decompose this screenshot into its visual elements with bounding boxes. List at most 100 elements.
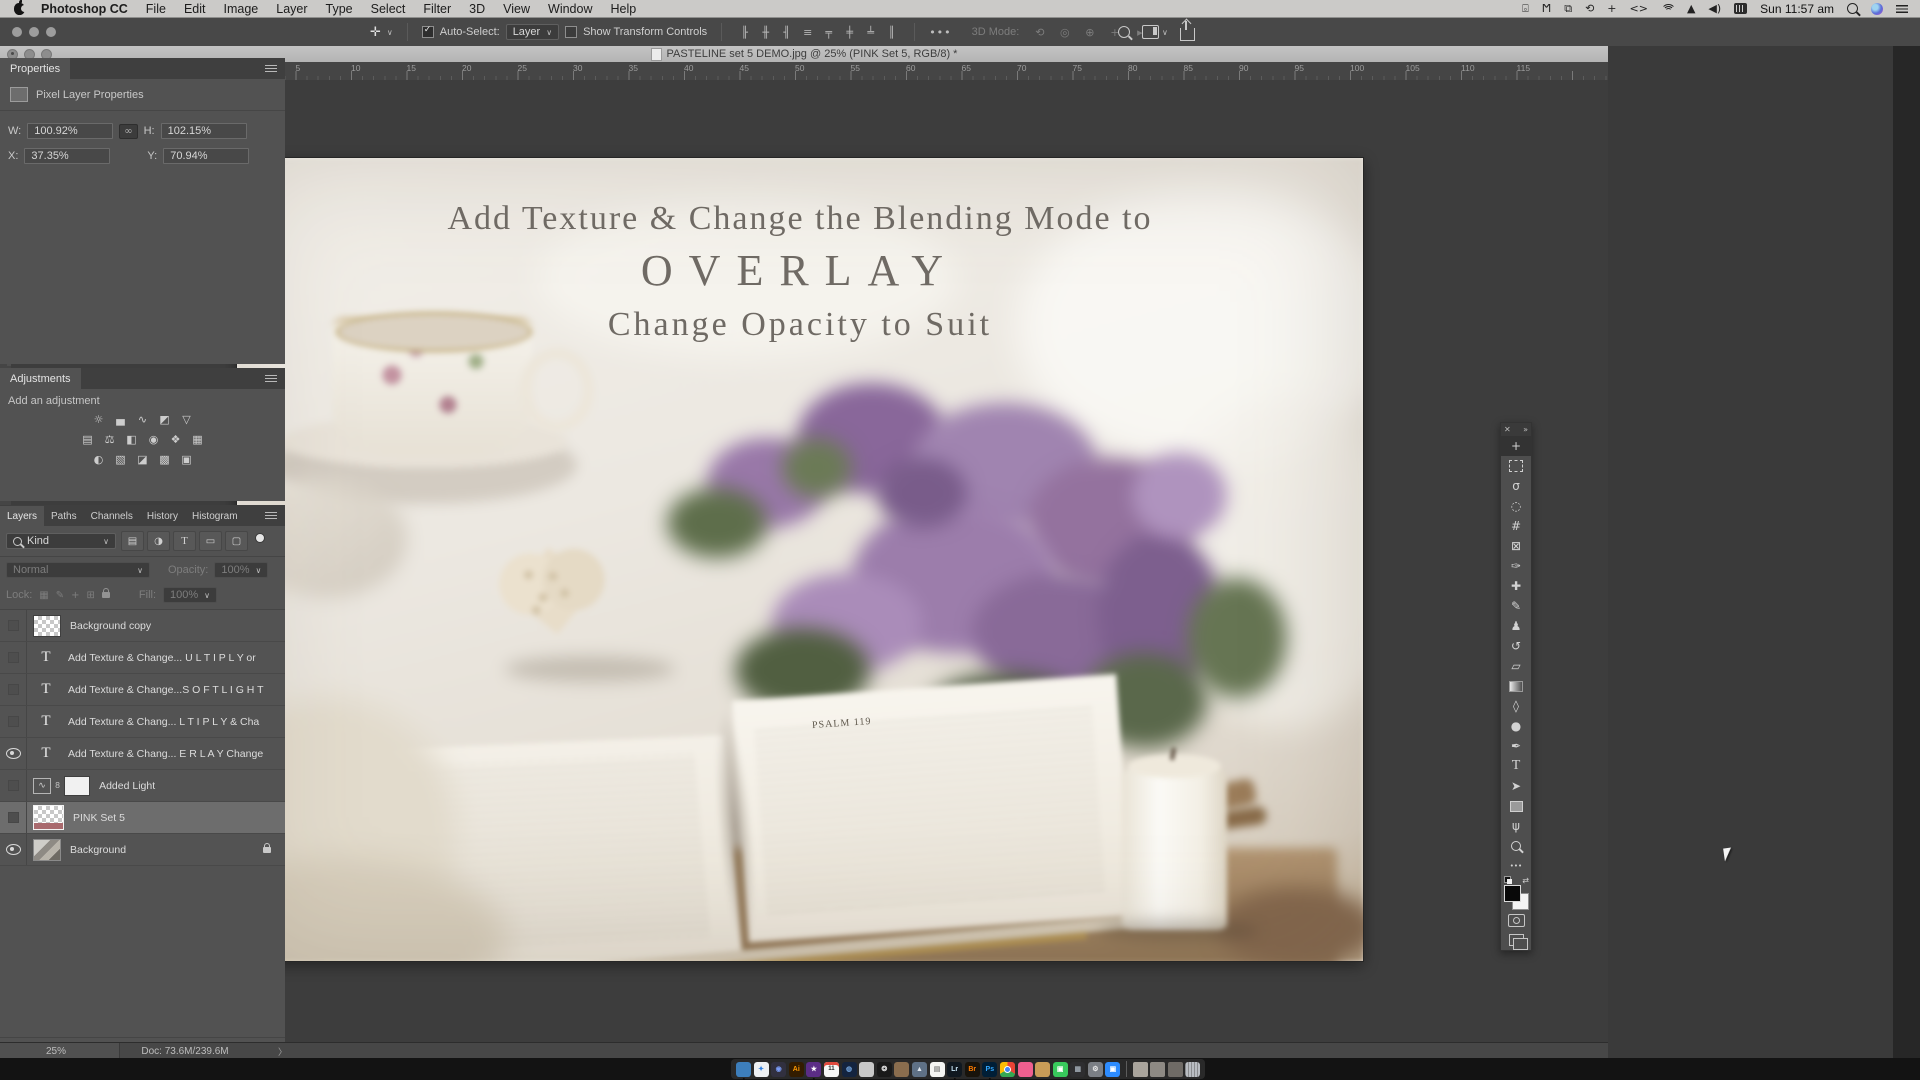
blend-mode-dropdown[interactable]: Normal∨ xyxy=(6,562,150,578)
crosshair-icon[interactable]: + xyxy=(1607,3,1616,14)
brush-tool[interactable]: ✎ xyxy=(1501,596,1531,616)
default-colors-icon[interactable] xyxy=(1504,876,1513,884)
eject-icon[interactable]: ▲ xyxy=(1687,3,1695,14)
dock-app-dark-orb[interactable]: ◍ xyxy=(842,1062,857,1077)
dock-illustrator[interactable]: Ai xyxy=(789,1062,804,1077)
screen-mode-button[interactable] xyxy=(1501,930,1531,950)
rectangle-tool[interactable] xyxy=(1501,796,1531,816)
tab-channels[interactable]: Channels xyxy=(84,506,140,526)
wifi-icon[interactable] xyxy=(1661,4,1674,14)
lock-artboard-icon[interactable]: ⊞ xyxy=(87,590,95,601)
lock-position-icon[interactable]: + xyxy=(71,590,79,601)
dock-app-pink[interactable] xyxy=(1018,1062,1033,1077)
volume-icon[interactable]: ◀) xyxy=(1708,3,1721,14)
zoom-level-field[interactable]: 25% xyxy=(0,1043,120,1059)
selective-color-icon[interactable]: ▣ xyxy=(177,451,196,467)
layer-visibility-toggle[interactable] xyxy=(0,706,27,737)
spot-healing-brush-tool[interactable]: ✚ xyxy=(1501,576,1531,596)
dock-imovie[interactable]: ★ xyxy=(806,1062,821,1077)
menu-item-file[interactable]: File xyxy=(146,2,166,16)
type-tool[interactable]: T xyxy=(1501,756,1531,776)
layer-visibility-toggle[interactable] xyxy=(0,674,27,705)
width-field[interactable]: 100.92% xyxy=(27,123,113,139)
layer-visibility-toggle[interactable] xyxy=(0,738,27,769)
exposure-icon[interactable]: ◩ xyxy=(155,411,174,427)
menu-item-image[interactable]: Image xyxy=(224,2,259,16)
layer-row[interactable]: TAdd Texture & Chang... E R L A Y Change xyxy=(0,738,285,770)
align-center-icon[interactable]: ≡ xyxy=(799,26,816,39)
apple-menu-icon[interactable] xyxy=(14,3,25,15)
properties-menu-icon[interactable] xyxy=(265,65,277,73)
siri-icon[interactable] xyxy=(1871,3,1883,15)
filter-shape-layers-icon[interactable]: ▭ xyxy=(199,531,222,551)
dock-minimized-window-1[interactable] xyxy=(1133,1062,1148,1077)
layer-row[interactable]: ∿8Added Light xyxy=(0,770,285,802)
code-brackets-icon[interactable]: <> xyxy=(1630,3,1648,14)
zoom-tool[interactable] xyxy=(1501,836,1531,856)
dock-folder[interactable] xyxy=(1035,1062,1050,1077)
share-icon[interactable] xyxy=(1180,28,1195,41)
dock-chrome[interactable] xyxy=(1000,1062,1015,1077)
more-options-icon[interactable]: ••• xyxy=(929,26,951,39)
malwarebytes-icon[interactable]: Ϻ xyxy=(1542,3,1552,14)
layer-filter-dropdown[interactable]: Kind ∨ xyxy=(6,533,116,549)
threshold-icon[interactable]: ◪ xyxy=(133,451,152,467)
gradient-map-icon[interactable]: ▩ xyxy=(155,451,174,467)
layer-visibility-toggle[interactable] xyxy=(0,802,27,833)
foreground-color-swatch[interactable] xyxy=(1504,885,1521,902)
layers-menu-icon[interactable] xyxy=(265,512,277,520)
brightness-contrast-icon[interactable]: ☼ xyxy=(89,411,108,427)
channel-mixer-icon[interactable]: ❖ xyxy=(166,431,185,447)
edit-toolbar[interactable]: ••• xyxy=(1501,856,1531,876)
filter-smart-objects-icon[interactable]: ▢ xyxy=(225,531,248,551)
filter-pixel-layers-icon[interactable]: ▤ xyxy=(121,531,144,551)
workspace-caret-icon[interactable]: ∨ xyxy=(1162,28,1168,37)
layer-visibility-toggle[interactable] xyxy=(0,770,27,801)
layer-visibility-toggle[interactable] xyxy=(0,642,27,673)
gradient-tool[interactable] xyxy=(1501,676,1531,696)
spotlight-icon[interactable] xyxy=(1847,3,1858,14)
eraser-tool[interactable]: ▱ xyxy=(1501,656,1531,676)
filter-toggle-icon[interactable] xyxy=(255,533,265,543)
link-dimensions-icon[interactable]: ∞ xyxy=(119,124,137,139)
menu-clock[interactable]: Sun 11:57 am xyxy=(1760,2,1834,16)
y-field[interactable]: 70.94% xyxy=(163,148,249,164)
menu-item-type[interactable]: Type xyxy=(326,2,353,16)
layer-visibility-toggle[interactable] xyxy=(0,610,27,641)
posterize-icon[interactable]: ▧ xyxy=(111,451,130,467)
hand-tool[interactable]: ψ xyxy=(1501,816,1531,836)
dock-safari[interactable]: ✦ xyxy=(754,1062,769,1077)
menu-item-view[interactable]: View xyxy=(503,2,530,16)
window-close-button[interactable] xyxy=(12,27,22,37)
tab-properties[interactable]: Properties xyxy=(0,58,70,79)
quick-mask-button[interactable] xyxy=(1501,910,1531,930)
control-center-icon[interactable] xyxy=(1896,5,1908,13)
quick-selection-tool[interactable]: ◌ xyxy=(1501,496,1531,516)
black-white-icon[interactable]: ◧ xyxy=(122,431,141,447)
time-machine-icon[interactable]: ⟲ xyxy=(1585,3,1594,14)
dock-siri[interactable]: ◉ xyxy=(771,1062,786,1077)
dock-pages[interactable]: ▤ xyxy=(930,1062,945,1077)
app-menu-title[interactable]: Photoshop CC xyxy=(41,2,128,16)
dock-minimized-window-2[interactable] xyxy=(1150,1062,1165,1077)
show-transform-checkbox[interactable] xyxy=(565,26,577,38)
tool-preset-caret-icon[interactable]: ∨ xyxy=(387,28,393,37)
window-minimize-button[interactable] xyxy=(29,27,39,37)
align-horizontal-centers-icon[interactable]: ╫ xyxy=(757,26,774,39)
align-top-edges-icon[interactable]: ╤ xyxy=(820,26,837,39)
dock-facetime[interactable]: ▣ xyxy=(1053,1062,1068,1077)
dock-books[interactable] xyxy=(894,1062,909,1077)
move-tool[interactable]: + xyxy=(1501,436,1531,456)
frame-tool[interactable]: ⊠ xyxy=(1501,536,1531,556)
eyedropper-tool[interactable]: ✑ xyxy=(1501,556,1531,576)
tab-layers[interactable]: Layers xyxy=(0,506,44,526)
crop-tool[interactable]: # xyxy=(1501,516,1531,536)
dock-photos[interactable]: ▲ xyxy=(912,1062,927,1077)
tab-history[interactable]: History xyxy=(140,506,185,526)
hue-saturation-icon[interactable]: ▤ xyxy=(78,431,97,447)
filter-type-layers-icon[interactable]: T xyxy=(173,531,196,551)
filter-adjustment-layers-icon[interactable]: ◑ xyxy=(147,531,170,551)
toolbar-collapse-icon[interactable]: » xyxy=(1523,425,1528,434)
height-field[interactable]: 102.15% xyxy=(161,123,247,139)
align-vertical-centers-icon[interactable]: ╪ xyxy=(841,26,858,39)
